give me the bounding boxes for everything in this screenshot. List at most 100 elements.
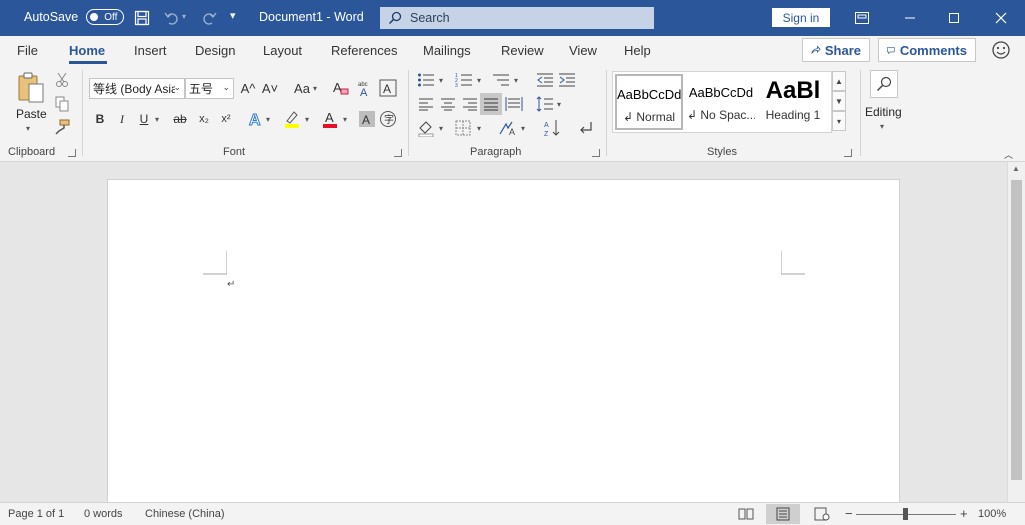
editing-label[interactable]: Editing — [865, 105, 902, 119]
chevron-down-icon[interactable]: ▾ — [305, 115, 309, 124]
justify-icon[interactable] — [480, 93, 502, 115]
tab-help[interactable]: Help — [624, 43, 651, 58]
paste-dropdown-icon[interactable]: ▾ — [26, 124, 30, 133]
increase-indent-icon[interactable] — [557, 70, 577, 90]
editing-dropdown-icon[interactable]: ▾ — [880, 122, 884, 131]
chevron-down-icon[interactable]: ▾ — [514, 76, 518, 85]
paste-icon[interactable] — [14, 70, 48, 106]
styles-scroll-up-icon[interactable]: ▲ — [832, 71, 846, 91]
phonetic-guide-icon[interactable]: abc A — [355, 78, 375, 98]
minimize-icon[interactable] — [898, 6, 922, 30]
undo-icon[interactable] — [161, 7, 183, 29]
ribbon-display-options-icon[interactable] — [850, 6, 874, 30]
tab-home[interactable]: Home — [69, 43, 105, 58]
highlight-icon[interactable] — [282, 109, 302, 129]
style-heading-1[interactable]: AaBl Heading 1 — [759, 74, 827, 130]
asian-layout-icon[interactable]: A — [498, 118, 518, 138]
language-status[interactable]: Chinese (China) — [145, 508, 224, 520]
enclosed-character-icon[interactable]: 字 — [378, 109, 398, 129]
superscript-button[interactable]: x² — [216, 109, 236, 129]
document-page[interactable]: ↵ — [107, 179, 900, 519]
read-mode-icon[interactable] — [738, 507, 754, 521]
line-spacing-icon[interactable] — [535, 94, 555, 114]
tab-review[interactable]: Review — [501, 43, 544, 58]
font-name-dropdown[interactable]: 等线 (Body Asia ⌄ — [89, 78, 185, 99]
sign-in-button[interactable]: Sign in — [772, 8, 830, 27]
style-no-spacing[interactable]: AaBbCcDd ↲ No Spac... — [687, 74, 755, 130]
chevron-down-icon[interactable]: ▾ — [439, 76, 443, 85]
feedback-smiley-icon[interactable] — [991, 40, 1011, 60]
styles-more-icon[interactable]: ▾ — [832, 111, 846, 131]
tab-layout[interactable]: Layout — [263, 43, 302, 58]
font-color-icon[interactable]: A — [320, 109, 340, 129]
italic-button[interactable]: I — [112, 109, 132, 129]
chevron-down-icon[interactable]: ▾ — [155, 115, 159, 124]
word-count[interactable]: 0 words — [84, 508, 123, 520]
tab-insert[interactable]: Insert — [134, 43, 167, 58]
underline-button[interactable]: U — [134, 109, 154, 129]
align-center-icon[interactable] — [438, 94, 458, 114]
copy-icon[interactable] — [52, 94, 72, 114]
paragraph-launcher-icon[interactable] — [592, 149, 600, 157]
find-icon[interactable] — [870, 70, 898, 98]
character-shading-icon[interactable]: A — [357, 109, 377, 129]
autosave-toggle[interactable]: Off — [86, 9, 125, 25]
chevron-down-icon[interactable]: ▾ — [313, 84, 317, 93]
chevron-down-icon[interactable]: ▾ — [477, 124, 481, 133]
search-box[interactable]: Search — [380, 7, 654, 29]
close-icon[interactable] — [989, 6, 1013, 30]
bold-button[interactable]: B — [90, 109, 110, 129]
maximize-icon[interactable] — [942, 6, 966, 30]
zoom-slider-thumb[interactable] — [903, 508, 908, 520]
clear-formatting-icon[interactable]: A — [331, 78, 351, 98]
styles-scroll-down-icon[interactable]: ▼ — [832, 91, 846, 111]
tab-view[interactable]: View — [569, 43, 597, 58]
tab-mailings[interactable]: Mailings — [423, 43, 471, 58]
subscript-button[interactable]: x₂ — [194, 109, 214, 129]
scroll-up-icon[interactable]: ▲ — [1012, 164, 1020, 173]
sort-icon[interactable]: AZ — [543, 118, 563, 138]
print-layout-button[interactable] — [766, 504, 800, 524]
enclose-characters-icon[interactable]: A — [378, 78, 398, 98]
distributed-icon[interactable] — [504, 94, 524, 114]
zoom-out-button[interactable]: − — [845, 506, 853, 521]
scrollbar-thumb[interactable] — [1011, 180, 1022, 480]
customize-qat-icon[interactable]: ▾ — [230, 9, 236, 22]
chevron-down-icon[interactable]: ▾ — [557, 100, 561, 109]
show-hide-marks-icon[interactable] — [576, 118, 596, 138]
strikethrough-button[interactable]: ab — [170, 109, 190, 129]
change-case-button[interactable]: Aa — [290, 78, 314, 98]
bullets-icon[interactable] — [416, 70, 436, 90]
format-painter-icon[interactable] — [52, 117, 72, 137]
zoom-level[interactable]: 100% — [978, 508, 1006, 520]
autosave-control[interactable]: AutoSave Off — [24, 9, 125, 25]
shrink-font-button[interactable]: A˅ — [260, 78, 280, 98]
align-right-icon[interactable] — [460, 94, 480, 114]
shading-icon[interactable] — [416, 118, 436, 138]
share-button[interactable]: Share — [802, 38, 870, 62]
vertical-scrollbar[interactable]: ▲ — [1007, 162, 1025, 502]
chevron-down-icon[interactable]: ▾ — [439, 124, 443, 133]
clipboard-launcher-icon[interactable] — [68, 149, 76, 157]
tab-references[interactable]: References — [331, 43, 397, 58]
font-launcher-icon[interactable] — [394, 149, 402, 157]
chevron-down-icon[interactable]: ▾ — [521, 124, 525, 133]
decrease-indent-icon[interactable] — [535, 70, 555, 90]
cut-icon[interactable] — [52, 70, 72, 90]
multilevel-list-icon[interactable] — [491, 70, 511, 90]
font-size-dropdown[interactable]: 五号 ⌄ — [185, 78, 234, 99]
chevron-down-icon[interactable]: ▾ — [343, 115, 347, 124]
text-effects-icon[interactable]: A — [246, 109, 266, 129]
tab-design[interactable]: Design — [195, 43, 235, 58]
style-normal[interactable]: AaBbCcDd ↲ Normal — [615, 74, 683, 130]
paste-label[interactable]: Paste — [16, 107, 47, 121]
align-left-icon[interactable] — [416, 94, 436, 114]
undo-dropdown-icon[interactable]: ▾ — [182, 12, 186, 21]
page-count[interactable]: Page 1 of 1 — [8, 508, 64, 520]
numbering-icon[interactable]: 123 — [454, 70, 474, 90]
web-layout-icon[interactable] — [814, 507, 830, 521]
save-icon[interactable] — [131, 7, 153, 29]
chevron-down-icon[interactable]: ▾ — [266, 115, 270, 124]
styles-launcher-icon[interactable] — [844, 149, 852, 157]
chevron-down-icon[interactable]: ▾ — [477, 76, 481, 85]
